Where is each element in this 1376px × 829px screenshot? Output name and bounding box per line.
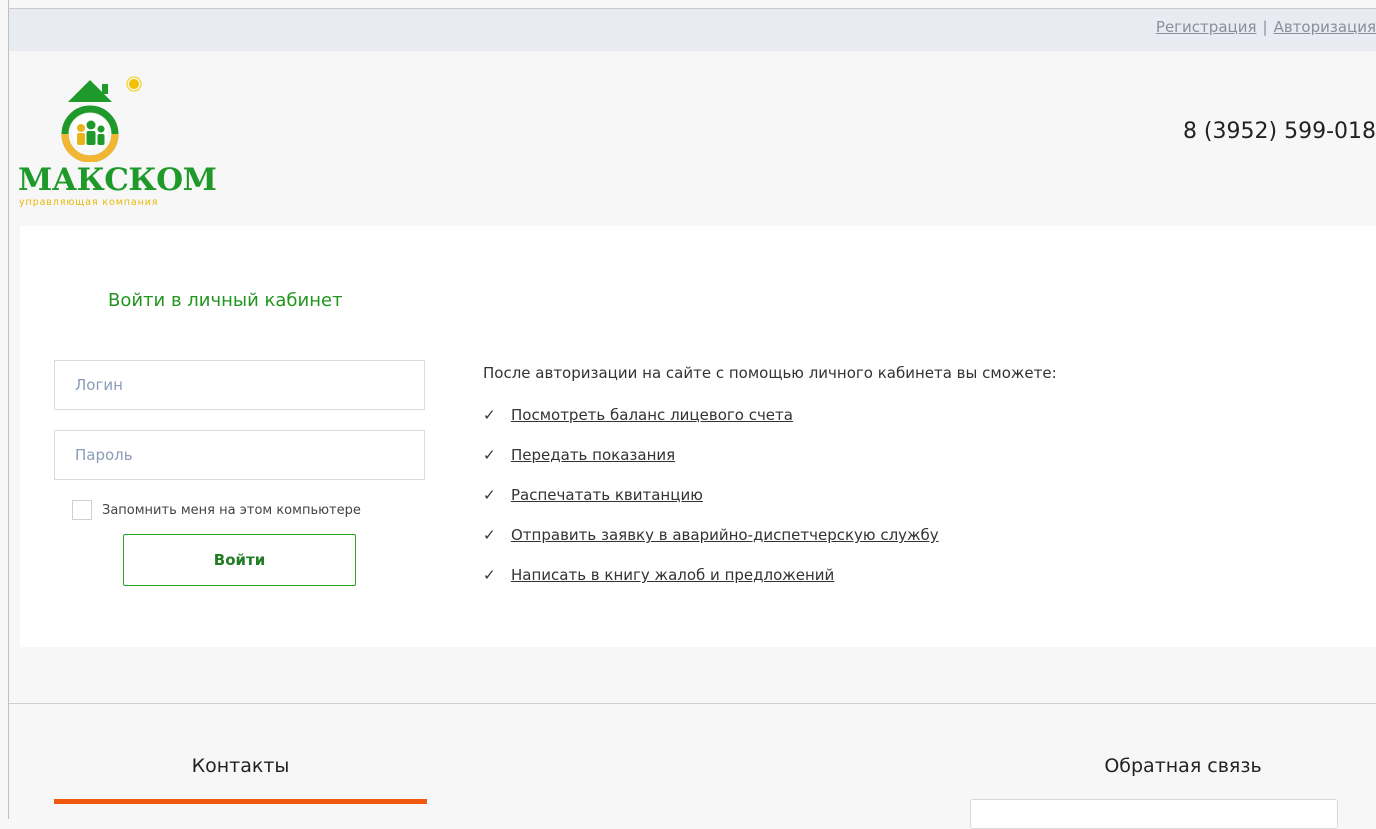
contacts-underline [54, 799, 427, 804]
contacts-title: Контакты [191, 755, 290, 777]
footer-divider [9, 703, 1376, 704]
page-frame-left [8, 0, 9, 819]
list-item: ✓ Написать в книгу жалоб и предложений [483, 566, 939, 606]
check-icon: ✓ [483, 566, 496, 584]
remember-me: Запомнить меня на этом компьютере [72, 499, 361, 521]
auth-separator: | [1262, 18, 1268, 36]
logo-house-icon [61, 76, 142, 162]
feedback-input[interactable] [970, 799, 1338, 829]
feature-link-emergency[interactable]: Отправить заявку в аварийно-диспетчерску… [511, 526, 939, 544]
page-frame-top [8, 8, 1376, 9]
login-title: Войти в личный кабинет [108, 290, 343, 311]
top-bar: Регистрация | Авторизация [9, 9, 1376, 51]
feature-list: ✓ Посмотреть баланс лицевого счета ✓ Перед… [483, 406, 939, 606]
password-input[interactable] [54, 430, 425, 480]
check-icon: ✓ [483, 526, 496, 544]
company-logo[interactable]: МАКСКОМ управляющая компания [18, 76, 217, 208]
list-item: ✓ Передать показания [483, 446, 939, 486]
list-item: ✓ Посмотреть баланс лицевого счета [483, 406, 939, 446]
remember-checkbox[interactable] [72, 500, 92, 520]
phone-number: 8 (3952) 599-018 [1182, 119, 1376, 144]
check-icon: ✓ [483, 486, 496, 504]
check-icon: ✓ [483, 446, 496, 464]
login-link[interactable]: Авторизация [1274, 18, 1376, 36]
feature-link-readings[interactable]: Передать показания [511, 446, 675, 464]
feedback-title: Обратная связь [1104, 755, 1262, 777]
list-item: ✓ Распечатать квитанцию [483, 486, 939, 526]
feature-link-complaints[interactable]: Написать в книгу жалоб и предложений [511, 566, 834, 584]
list-item: ✓ Отправить заявку в аварийно-диспетчерск… [483, 526, 939, 566]
logo-tagline: управляющая компания [19, 197, 159, 208]
feature-link-balance[interactable]: Посмотреть баланс лицевого счета [511, 406, 793, 424]
check-icon: ✓ [483, 406, 496, 424]
logo-brand-text: МАКСКОМ [18, 162, 217, 198]
register-link[interactable]: Регистрация [1156, 18, 1257, 36]
login-input[interactable] [54, 360, 425, 410]
auth-links: Регистрация | Авторизация [1156, 18, 1376, 36]
login-button[interactable]: Войти [123, 534, 356, 586]
feature-link-receipt[interactable]: Распечатать квитанцию [511, 486, 703, 504]
remember-label: Запомнить меня на этом компьютере [102, 502, 361, 518]
info-intro: После авторизации на сайте с помощью лич… [483, 364, 1057, 382]
